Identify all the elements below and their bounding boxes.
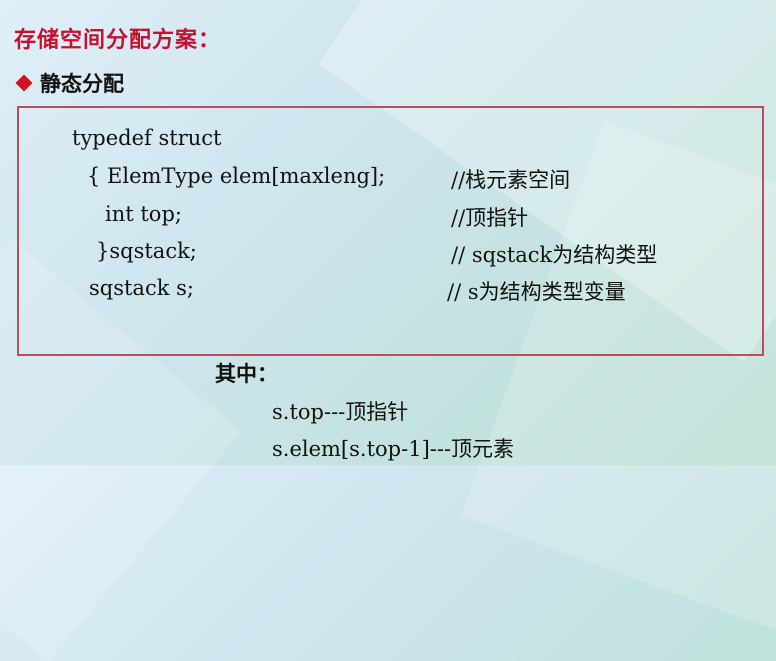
code-line: { ElemType elem[maxleng]; — [87, 164, 386, 188]
code-comment: // s为结构类型变量 — [447, 280, 626, 304]
bullet-item: 静态分配 — [15, 68, 124, 98]
bullet-text: 静态分配 — [40, 71, 124, 96]
diamond-bullet-icon — [15, 74, 33, 92]
code-comment: //栈元素空间 — [451, 168, 571, 192]
code-line: int top; — [105, 202, 182, 226]
code-line: typedef struct — [72, 126, 222, 150]
notes-heading: 其中： — [215, 361, 278, 386]
code-line: }sqstack; — [96, 239, 197, 263]
note-line: s.elem[s.top-1]---顶元素 — [272, 437, 515, 461]
code-comment: // sqstack为结构类型 — [451, 243, 658, 267]
note-line: s.top---顶指针 — [272, 400, 409, 424]
code-box: typedef struct { ElemType elem[maxleng];… — [17, 106, 764, 356]
code-comment: //顶指针 — [451, 206, 529, 230]
code-line: sqstack s; — [89, 276, 194, 300]
slide-title: 存储空间分配方案： — [14, 27, 222, 53]
